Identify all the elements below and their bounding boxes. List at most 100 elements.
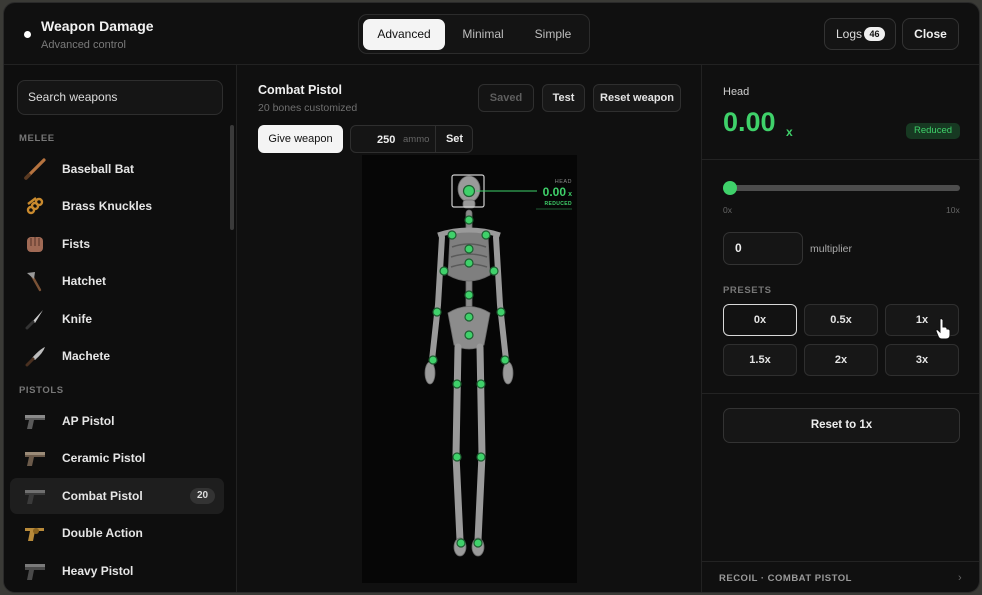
sidebar-item-brass-knuckles[interactable]: Brass Knuckles — [10, 188, 224, 224]
bone-marker-abdomen[interactable] — [464, 312, 474, 322]
multiplier-input[interactable]: 0 — [723, 232, 803, 265]
section-label-pistols: PISTOLS — [19, 385, 64, 396]
bone-marker-pelvis[interactable] — [464, 330, 474, 340]
test-button[interactable]: Test — [542, 84, 585, 112]
sidebar-item-label: Combat Pistol — [62, 489, 143, 503]
preset-3x-button[interactable]: 3x — [885, 344, 959, 376]
set-ammo-button[interactable]: Set — [436, 126, 473, 152]
pistol-icon — [25, 564, 45, 580]
panel-divider — [702, 393, 979, 394]
bone-marker-right-foot[interactable] — [473, 538, 483, 548]
saved-button[interactable]: Saved — [478, 84, 534, 112]
baseball-bat-icon — [24, 158, 46, 180]
sidebar-item-baseball-bat[interactable]: Baseball Bat — [10, 151, 224, 187]
sidebar-item-combat-pistol[interactable]: Combat Pistol 20 — [10, 478, 224, 514]
sidebar-item-label: Fists — [62, 237, 91, 251]
status-dot-icon — [24, 31, 31, 38]
bone-multiplier-value: 0.00 — [723, 107, 776, 137]
logs-count-badge: 46 — [864, 27, 885, 41]
preset-2x-button[interactable]: 2x — [804, 344, 878, 376]
status-badge: Reduced — [906, 123, 960, 139]
recoil-section-toggle[interactable]: RECOIL · COMBAT PISTOL › — [702, 561, 979, 592]
preset-0x-button[interactable]: 0x — [723, 304, 797, 336]
bone-count-badge: 20 — [190, 488, 215, 504]
sidebar-item-hatchet[interactable]: Hatchet — [10, 263, 224, 299]
bone-marker-left-elbow[interactable] — [432, 307, 442, 317]
preset-1-5x-button[interactable]: 1.5x — [723, 344, 797, 376]
bone-marker-left-upper-arm[interactable] — [439, 266, 449, 276]
sidebar-item-label: AP Pistol — [62, 414, 115, 428]
panel-divider — [702, 159, 979, 160]
preset-0-5x-button[interactable]: 0.5x — [804, 304, 878, 336]
window-title: Weapon Damage — [41, 18, 154, 34]
mode-tab-advanced[interactable]: Advanced — [363, 19, 445, 50]
bone-marker-left-hand[interactable] — [428, 355, 438, 365]
bone-marker-upper-chest[interactable] — [464, 244, 474, 254]
bone-marker-chest[interactable] — [464, 258, 474, 268]
bone-marker-right-knee[interactable] — [476, 452, 486, 462]
hatchet-icon — [27, 272, 42, 292]
bone-marker-right-upper-arm[interactable] — [489, 266, 499, 276]
bone-marker-left-shoulder[interactable] — [447, 230, 457, 240]
mode-tab-minimal[interactable]: Minimal — [449, 19, 517, 50]
sidebar-item-knife[interactable]: Knife — [10, 301, 224, 337]
sidebar-item-label: Knife — [62, 312, 92, 326]
slider-max-label: 10x — [946, 205, 960, 215]
bone-marker-right-shoulder[interactable] — [481, 230, 491, 240]
bone-marker-right-hand[interactable] — [500, 355, 510, 365]
bone-marker-right-elbow[interactable] — [496, 307, 506, 317]
sidebar-item-ceramic-pistol[interactable]: Ceramic Pistol — [10, 440, 224, 476]
sidebar-item-label: Ceramic Pistol — [62, 451, 146, 465]
sidebar-scrollbar[interactable] — [230, 125, 234, 230]
skeleton-illustration — [424, 175, 514, 557]
weapon-name: Combat Pistol — [258, 83, 343, 97]
recoil-section-label: RECOIL · COMBAT PISTOL — [719, 573, 852, 584]
search-weapons-input[interactable]: Search weapons — [17, 80, 223, 115]
fists-icon — [27, 237, 43, 252]
bone-marker-neck[interactable] — [464, 215, 474, 225]
skeleton-viewer: HEAD 0.00 x REDUCED — [362, 155, 577, 583]
sidebar-item-label: Baseball Bat — [62, 162, 135, 176]
weapon-damage-window: Weapon Damage Advanced control Advanced … — [3, 2, 980, 593]
weapon-editor: Combat Pistol 20 bones customized Saved … — [237, 65, 701, 592]
selected-bone-label: Head — [723, 86, 750, 98]
sidebar-item-label: Brass Knuckles — [62, 199, 153, 213]
multiplier-label: multiplier — [810, 243, 853, 255]
sidebar-item-label: Hatchet — [62, 274, 107, 288]
sidebar-item-double-action[interactable]: Double Action — [10, 515, 224, 551]
pistol-icon — [25, 490, 45, 504]
bone-marker-left-foot[interactable] — [456, 538, 466, 548]
weapon-sidebar: Search weapons MELEE Baseball Bat Brass … — [4, 65, 237, 592]
sidebar-item-heavy-pistol[interactable]: Heavy Pistol — [10, 553, 224, 589]
header-bar: Weapon Damage Advanced control Advanced … — [4, 3, 979, 65]
callout-status: REDUCED — [544, 201, 572, 207]
multiplier-slider-thumb[interactable] — [723, 181, 737, 195]
revolver-icon — [25, 528, 44, 541]
close-button[interactable]: Close — [902, 18, 959, 50]
slider-min-label: 0x — [723, 205, 732, 215]
brass-knuckles-icon — [26, 197, 44, 215]
mode-tab-simple[interactable]: Simple — [521, 19, 585, 50]
reset-weapon-button[interactable]: Reset weapon — [593, 84, 681, 112]
skeleton-diagram: HEAD 0.00 x REDUCED — [424, 174, 572, 557]
reset-to-1x-button[interactable]: Reset to 1x — [723, 408, 960, 443]
bone-marker-head[interactable] — [462, 184, 476, 198]
ammo-unit-label: ammo — [403, 134, 430, 145]
sidebar-item-ap-pistol[interactable]: AP Pistol — [10, 403, 224, 439]
bone-marker-right-thigh[interactable] — [476, 379, 486, 389]
bone-marker-left-knee[interactable] — [452, 452, 462, 462]
give-weapon-button[interactable]: Give weapon — [258, 125, 343, 153]
callout-unit: x — [568, 191, 572, 198]
bone-marker-left-thigh[interactable] — [452, 379, 462, 389]
bone-multiplier-unit: x — [786, 125, 793, 139]
sidebar-item-fists[interactable]: Fists — [10, 226, 224, 262]
sidebar-item-machete[interactable]: Machete — [10, 338, 224, 374]
logs-button[interactable]: Logs 46 — [824, 18, 896, 50]
callout-value: 0.00 — [543, 185, 567, 199]
knife-icon — [25, 310, 43, 330]
bone-marker-spine[interactable] — [464, 290, 474, 300]
sidebar-item-label: Machete — [62, 349, 111, 363]
weapon-subtitle: 20 bones customized — [258, 102, 358, 114]
ammo-input[interactable]: 250 — [377, 134, 395, 146]
multiplier-slider-track[interactable] — [728, 185, 960, 191]
